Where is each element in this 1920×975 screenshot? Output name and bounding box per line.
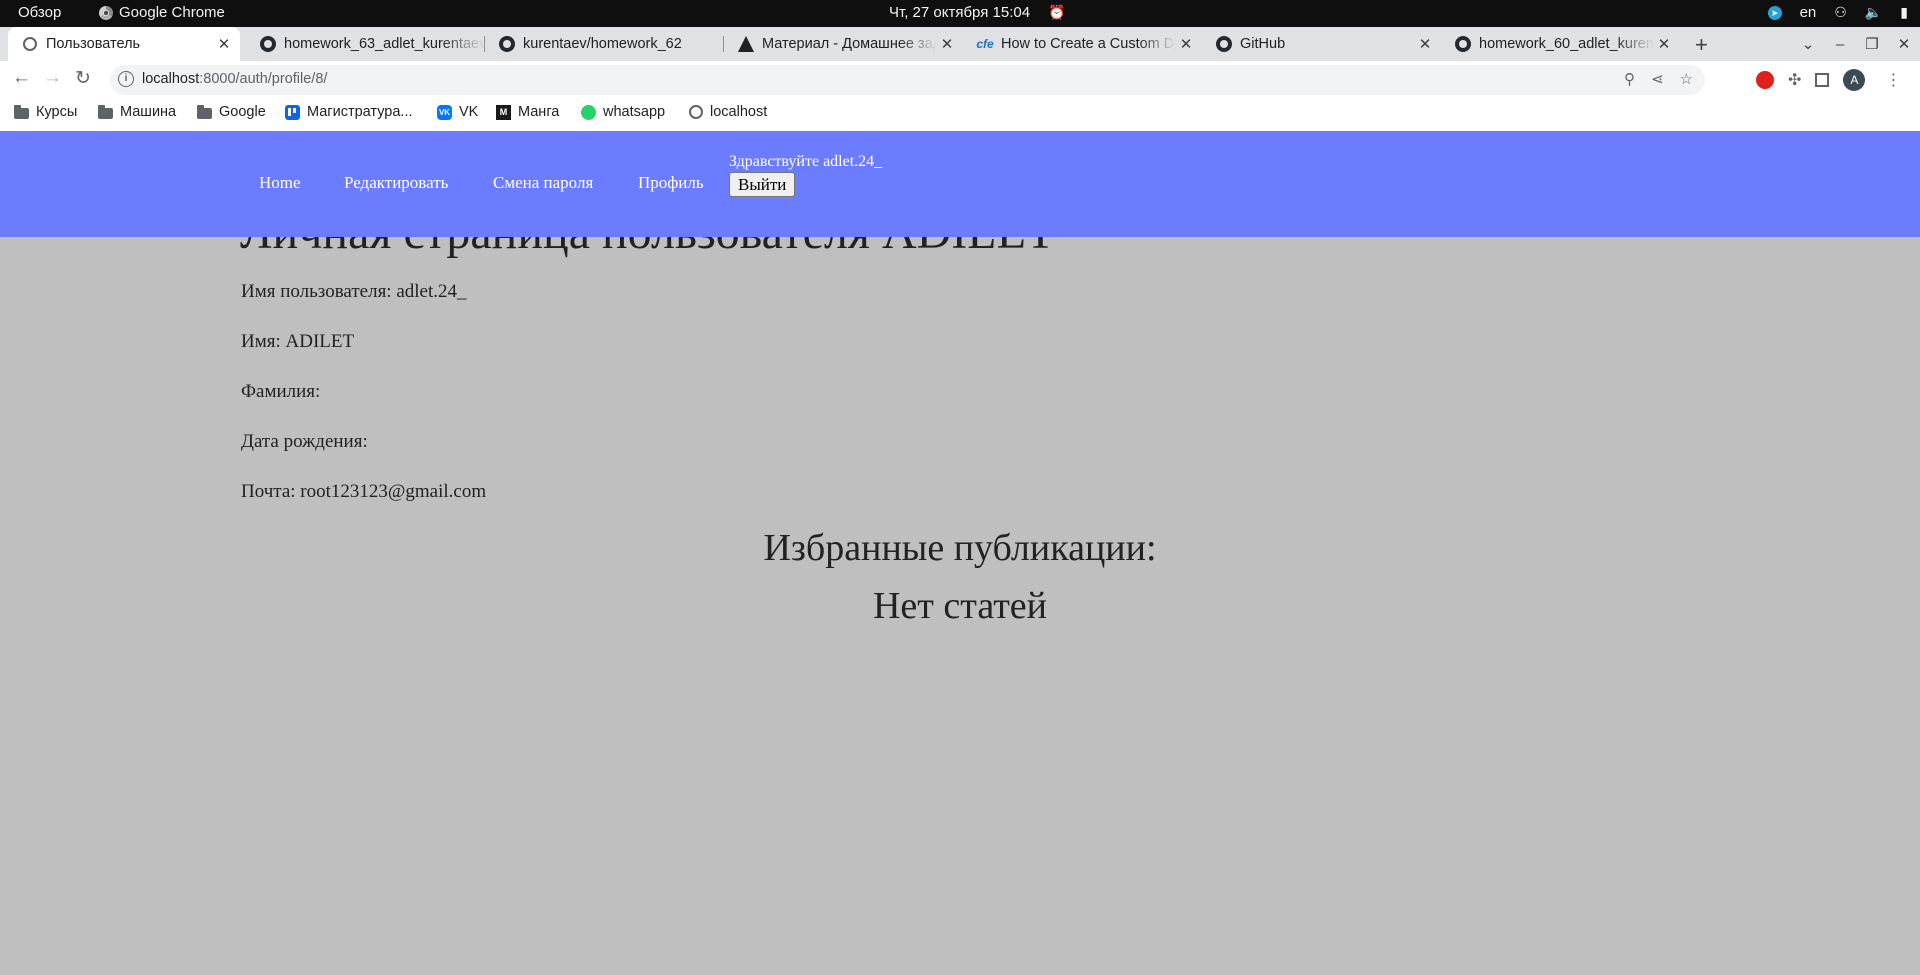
- field-label: Почта:: [241, 481, 296, 502]
- field-first-name: Имя: ADILET: [241, 331, 354, 353]
- field-value: root123123@gmail.com: [300, 481, 487, 502]
- logout-button[interactable]: Выйти: [729, 172, 796, 197]
- favorites-heading: Избранные публикации:: [763, 527, 1157, 569]
- site-navbar: Home Редактировать Смена пароля Профиль …: [0, 131, 1920, 237]
- field-last-name: Фамилия:: [241, 381, 320, 403]
- user-greeting: Здравствуйте adlet.24_: [729, 153, 883, 170]
- field-email: Почта: root123123@gmail.com: [241, 481, 486, 503]
- field-username: Имя пользователя: adlet.24_: [241, 281, 467, 303]
- field-label: Имя:: [241, 331, 281, 352]
- nav-link-profile[interactable]: Профиль: [638, 173, 704, 193]
- field-label: Фамилия:: [241, 381, 321, 402]
- field-value: adlet.24_: [396, 281, 467, 302]
- nav-link-change-password[interactable]: Смена пароля: [493, 173, 593, 193]
- nav-link-home[interactable]: Home: [259, 173, 301, 193]
- field-value: ADILET: [285, 331, 355, 352]
- field-label: Дата рождения:: [241, 431, 368, 452]
- favorites-empty-message: Нет статей: [872, 585, 1048, 627]
- field-label: Имя пользователя:: [241, 281, 392, 302]
- nav-link-edit[interactable]: Редактировать: [344, 173, 448, 193]
- field-birth-date: Дата рождения:: [241, 431, 368, 453]
